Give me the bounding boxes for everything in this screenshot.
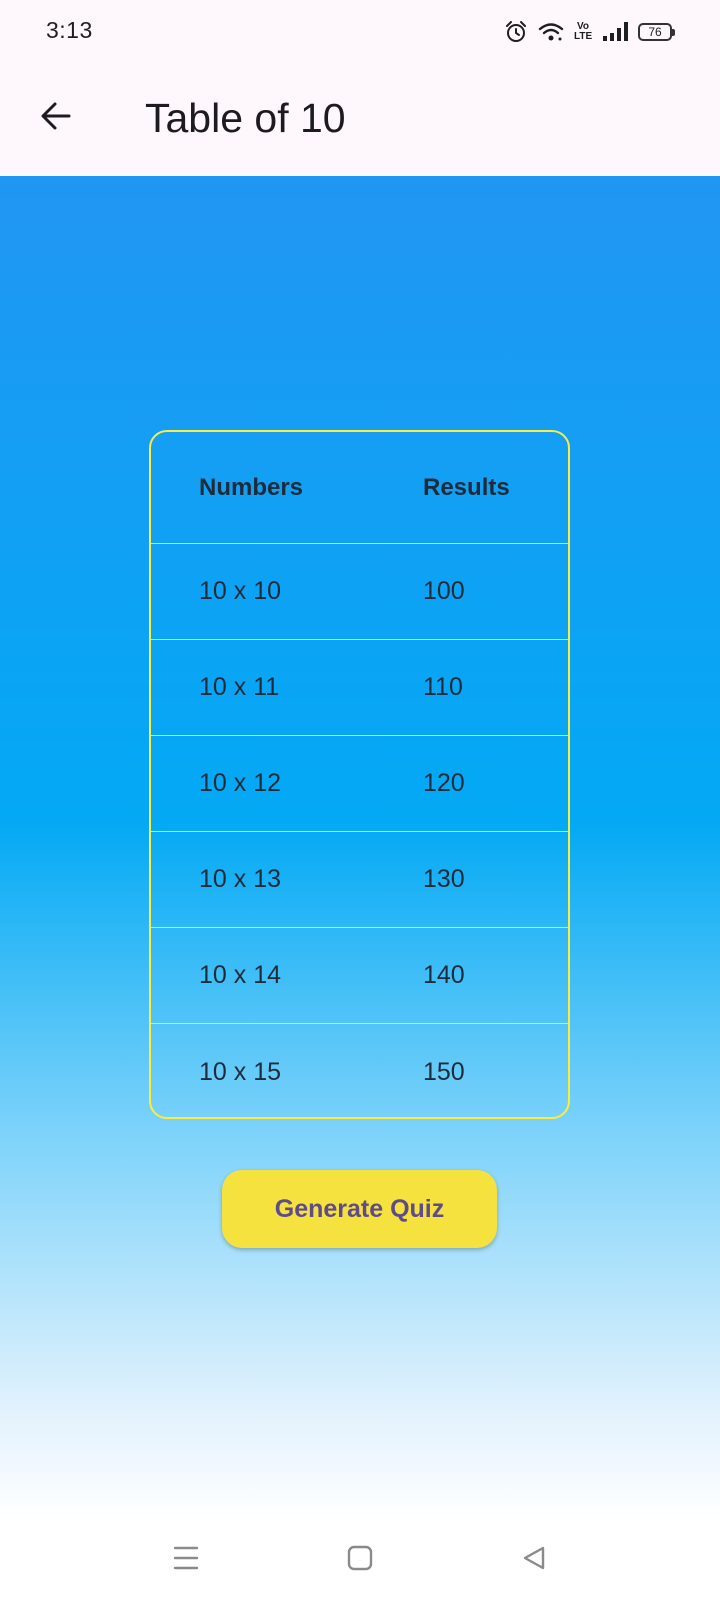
table-row: 10 x 15 150 [151,1024,568,1117]
alarm-icon [504,20,528,44]
main-content: Numbers Results 10 x 10 100 10 x 11 110 … [0,176,720,1520]
row-expression: 10 x 15 [199,1057,282,1086]
row-result: 130 [423,865,465,893]
row-expression: 10 x 13 [199,865,282,893]
row-expression: 10 x 14 [199,961,282,989]
battery-level: 76 [648,25,662,39]
system-back-button[interactable] [514,1540,554,1580]
row-result: 100 [423,577,465,605]
recent-apps-button[interactable] [166,1540,206,1580]
table-row: 10 x 10 100 [151,544,568,640]
row-expression: 10 x 10 [199,577,282,605]
table-row: 10 x 14 140 [151,928,568,1024]
row-result: 120 [423,769,465,797]
table-row: 10 x 12 120 [151,736,568,832]
volte-indicator: Vo LTE [574,21,593,42]
table-header-row: Numbers Results [151,432,568,544]
table-row: 10 x 11 110 [151,640,568,736]
generate-quiz-button[interactable]: Generate Quiz [222,1170,497,1248]
row-result: 140 [423,961,465,989]
row-expression: 10 x 12 [199,769,282,797]
battery-icon: 76 [638,23,675,41]
home-icon [347,1545,373,1576]
status-icons: Vo LTE 76 [504,18,675,46]
signal-icon [602,21,628,43]
arrow-back-icon [39,99,73,138]
home-button[interactable] [340,1540,380,1580]
page-title: Table of 10 [145,95,346,141]
status-time: 3:13 [46,17,93,43]
header-results: Results [423,473,510,501]
header-numbers: Numbers [199,473,304,501]
back-triangle-icon [521,1545,547,1576]
back-button[interactable] [30,92,82,144]
multiplication-table: Numbers Results 10 x 10 100 10 x 11 110 … [149,430,570,1119]
app-bar: Table of 10 [0,64,720,176]
row-expression: 10 x 11 [199,673,280,701]
menu-icon [173,1545,199,1576]
row-result: 110 [423,673,463,701]
row-result: 150 [423,1057,465,1086]
system-nav-bar [0,1520,720,1600]
table-row: 10 x 13 130 [151,832,568,928]
status-bar: 3:13 Vo LTE 76 [0,0,720,64]
wifi-icon [538,21,564,43]
